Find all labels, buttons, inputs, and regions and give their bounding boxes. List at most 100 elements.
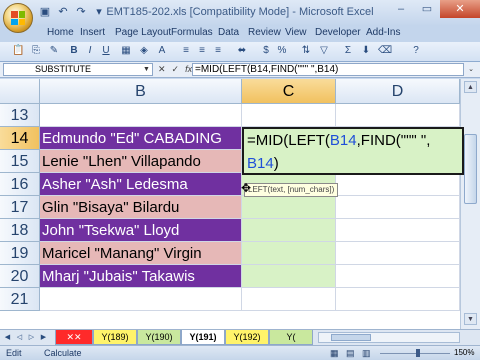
clear-icon[interactable]: ⌫ xyxy=(378,45,392,57)
tab-page-layout[interactable]: Page Layout xyxy=(115,27,171,38)
next-sheet-icon[interactable]: ▷ xyxy=(26,332,37,343)
name-box[interactable]: SUBSTITUTE xyxy=(3,63,153,76)
cell-b14[interactable]: Edmundo "Ed" CABADING xyxy=(40,127,242,150)
cell-d21[interactable] xyxy=(336,288,460,311)
view-normal-icon[interactable]: ▦ xyxy=(330,346,339,360)
copy-icon[interactable]: ⎘ xyxy=(30,45,42,57)
zoom-slider-knob[interactable] xyxy=(416,349,420,357)
tab-review[interactable]: Review xyxy=(248,27,281,38)
expand-formula-bar-icon[interactable]: ⌄ xyxy=(466,63,476,76)
sort-icon[interactable]: ⇅ xyxy=(300,45,312,57)
zoom-percent[interactable]: 150% xyxy=(454,348,474,358)
cell-c18[interactable] xyxy=(242,219,336,242)
horizontal-scroll-thumb[interactable] xyxy=(331,334,371,341)
sheet-tab-y-next[interactable]: Y( xyxy=(269,330,313,345)
cell-d20[interactable] xyxy=(336,265,460,288)
cell-b17[interactable]: Glin "Bisaya" Bilardu xyxy=(40,196,242,219)
sheet-tab-partial[interactable]: ✕✕ xyxy=(55,330,93,345)
sum-icon[interactable]: Σ xyxy=(342,45,354,57)
help-icon[interactable]: ? xyxy=(410,45,422,57)
cancel-formula-icon[interactable]: ✕ xyxy=(158,64,166,75)
save-icon[interactable]: ▣ xyxy=(38,5,52,19)
dropdown-icon[interactable]: ▾ xyxy=(92,5,106,19)
percent-icon[interactable]: % xyxy=(276,45,288,57)
align-right-icon[interactable]: ≡ xyxy=(212,45,224,57)
row-header-15[interactable]: 15 xyxy=(0,150,40,173)
status-calculate[interactable]: Calculate xyxy=(44,346,82,360)
cell-b13[interactable] xyxy=(40,104,242,127)
row-header-20[interactable]: 20 xyxy=(0,265,40,288)
cell-d13[interactable] xyxy=(336,104,460,127)
cell-c20[interactable] xyxy=(242,265,336,288)
sheet-tab-y190[interactable]: Y(190) xyxy=(137,330,181,345)
row-header-21[interactable]: 21 xyxy=(0,288,40,311)
row-header-19[interactable]: 19 xyxy=(0,242,40,265)
cell-c19[interactable] xyxy=(242,242,336,265)
name-box-dropdown-icon[interactable]: ▼ xyxy=(143,66,150,73)
tab-add-ins[interactable]: Add-Ins xyxy=(366,27,400,38)
cell-b19[interactable]: Maricel "Manang" Virgin xyxy=(40,242,242,265)
cell-c13[interactable] xyxy=(242,104,336,127)
cell-d17[interactable] xyxy=(336,196,460,219)
first-sheet-icon[interactable]: ◀ xyxy=(2,332,13,343)
sheet-tab-y191[interactable]: Y(191) xyxy=(181,330,225,345)
office-button[interactable] xyxy=(3,3,33,33)
italic-icon[interactable]: I xyxy=(84,45,96,57)
fill-color-icon[interactable]: ◈ xyxy=(138,45,150,57)
cell-c21[interactable] xyxy=(242,288,336,311)
minimize-button[interactable]: – xyxy=(388,0,414,18)
row-header-16[interactable]: 16 xyxy=(0,173,40,196)
scroll-thumb[interactable] xyxy=(464,134,477,204)
filter-icon[interactable]: ▽ xyxy=(318,45,330,57)
row-header-17[interactable]: 17 xyxy=(0,196,40,219)
cell-c17[interactable] xyxy=(242,196,336,219)
underline-icon[interactable]: U xyxy=(100,45,112,57)
tab-view[interactable]: View xyxy=(285,27,307,38)
undo-icon[interactable]: ↶ xyxy=(56,5,70,19)
merge-icon[interactable]: ⬌ xyxy=(236,45,248,57)
close-button[interactable]: ✕ xyxy=(440,0,480,18)
format-painter-icon[interactable]: ✎ xyxy=(48,45,60,57)
font-color-icon[interactable]: A xyxy=(156,45,168,57)
maximize-button[interactable]: ▭ xyxy=(414,0,440,18)
paste-icon[interactable]: 📋 xyxy=(12,45,24,57)
column-header-b[interactable]: B xyxy=(40,79,242,104)
currency-icon[interactable]: $ xyxy=(260,45,272,57)
column-header-d[interactable]: D xyxy=(336,79,460,104)
redo-icon[interactable]: ↷ xyxy=(74,5,88,19)
vertical-scrollbar[interactable]: ▲ ▼ xyxy=(460,79,480,329)
cell-b16[interactable]: Asher "Ash" Ledesma xyxy=(40,173,242,196)
tab-formulas[interactable]: Formulas xyxy=(171,27,213,38)
horizontal-scrollbar[interactable] xyxy=(318,332,460,343)
prev-sheet-icon[interactable]: ◁ xyxy=(14,332,25,343)
tab-insert[interactable]: Insert xyxy=(80,27,105,38)
enter-formula-icon[interactable]: ✓ xyxy=(172,64,180,75)
tab-home[interactable]: Home xyxy=(47,27,74,38)
sheet-tab-y192[interactable]: Y(192) xyxy=(225,330,269,345)
cell-c14-editor[interactable]: =MID(LEFT(B14,FIND(""" ", B14) xyxy=(242,127,464,175)
cell-d16[interactable] xyxy=(336,173,460,196)
scroll-down-icon[interactable]: ▼ xyxy=(464,313,477,325)
scroll-up-icon[interactable]: ▲ xyxy=(464,81,477,93)
view-page-layout-icon[interactable]: ▤ xyxy=(346,346,355,360)
last-sheet-icon[interactable]: ▶ xyxy=(38,332,49,343)
row-header-14[interactable]: 14 xyxy=(0,127,40,150)
cell-b21[interactable] xyxy=(40,288,242,311)
sheet-tab-y189[interactable]: Y(189) xyxy=(93,330,137,345)
column-header-c[interactable]: C xyxy=(242,79,336,104)
cell-b20[interactable]: Mharj "Jubais" Takawis xyxy=(40,265,242,288)
row-header-18[interactable]: 18 xyxy=(0,219,40,242)
cell-d19[interactable] xyxy=(336,242,460,265)
bold-icon[interactable]: B xyxy=(68,45,80,57)
row-header-13[interactable]: 13 xyxy=(0,104,40,127)
align-center-icon[interactable]: ≡ xyxy=(196,45,208,57)
cell-d18[interactable] xyxy=(336,219,460,242)
borders-icon[interactable]: ▦ xyxy=(120,45,132,57)
zoom-slider-track[interactable] xyxy=(380,353,450,354)
tab-developer[interactable]: Developer xyxy=(315,27,361,38)
cell-b15[interactable]: Lenie "Lhen" Villapando xyxy=(40,150,242,173)
formula-input[interactable]: =MID(LEFT(B14,FIND(""" ",B14) xyxy=(192,63,464,76)
align-left-icon[interactable]: ≡ xyxy=(180,45,192,57)
tab-data[interactable]: Data xyxy=(218,27,239,38)
select-all-corner[interactable] xyxy=(0,79,40,104)
